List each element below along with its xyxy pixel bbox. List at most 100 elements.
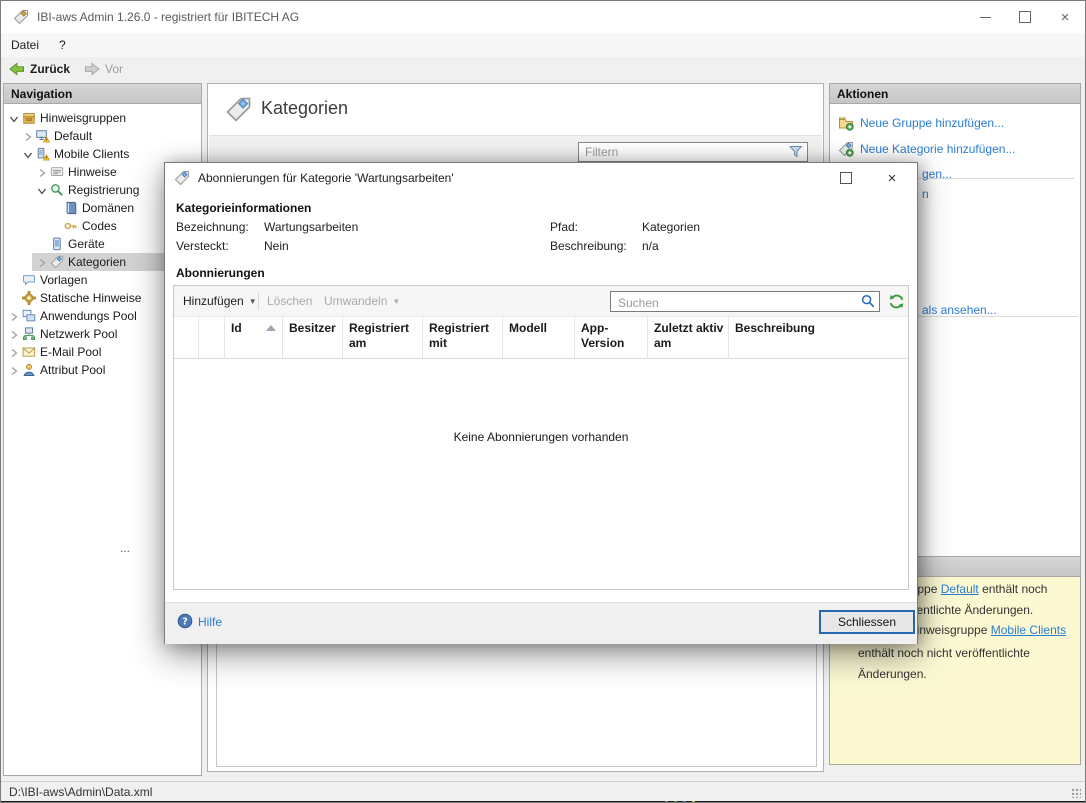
search-icon[interactable] xyxy=(861,294,876,309)
add-button[interactable]: Hinzufügen▼ xyxy=(183,294,257,308)
field-value-pfad: Kategorien xyxy=(642,220,700,234)
dialog-title-bar: Abonnierungen für Kategorie 'Wartungsarb… xyxy=(165,163,917,193)
page-title: Kategorien xyxy=(261,98,348,119)
column-header-registriert-mit[interactable]: Registriert mit xyxy=(423,317,503,358)
monitor-warn-icon xyxy=(36,129,50,143)
schliessen-button[interactable]: Schliessen xyxy=(819,610,915,634)
tree-item-label: Netzwerk Pool xyxy=(40,325,117,343)
convert-button[interactable]: Umwandeln▼ xyxy=(324,294,400,308)
column-header-modell[interactable]: Modell xyxy=(503,317,575,358)
svg-text:?: ? xyxy=(182,616,188,627)
field-value-beschreibung: n/a xyxy=(642,239,659,253)
filter-strip xyxy=(209,135,822,165)
subscriptions-toolbar: Hinzufügen▼ Löschen Umwandeln▼ xyxy=(174,286,908,317)
action-label: Neue Gruppe hinzufügen... xyxy=(860,116,1004,130)
delete-button[interactable]: Löschen xyxy=(267,294,312,308)
filter-box xyxy=(578,142,808,162)
field-value-versteckt: Nein xyxy=(264,239,289,253)
chevron-right-icon[interactable] xyxy=(8,310,20,322)
chevron-down-icon[interactable] xyxy=(36,184,48,196)
column-header-app-version[interactable]: App-Version xyxy=(575,317,648,358)
tree-item-label: Codes xyxy=(82,217,117,235)
speech-icon xyxy=(22,273,36,287)
search-input[interactable] xyxy=(616,294,855,311)
tree-item-mobile-clients[interactable]: Mobile Clients xyxy=(4,145,201,163)
action-fragment-2[interactable]: n xyxy=(922,187,929,201)
dialog-tag-icon xyxy=(174,170,190,186)
action-label: Neue Kategorie hinzufügen... xyxy=(860,142,1015,156)
maximize-button[interactable] xyxy=(1005,1,1045,33)
chevron-down-icon[interactable] xyxy=(22,148,34,160)
chevron-right-icon[interactable] xyxy=(8,364,20,376)
folder-plus-icon xyxy=(838,115,854,131)
field-label-beschreibung: Beschreibung: xyxy=(550,239,627,253)
chevron-right-icon[interactable] xyxy=(22,130,34,142)
subscriptions-table-header: IdBesitzerRegistriert amRegistriert mit M… xyxy=(174,317,908,359)
notification-link-default[interactable]: Default xyxy=(941,582,979,596)
help-link[interactable]: Hilfe xyxy=(198,615,222,629)
search-box xyxy=(610,291,880,312)
column-header-blank-1[interactable] xyxy=(174,317,199,358)
book-icon xyxy=(64,201,78,215)
registration-icon xyxy=(50,183,64,197)
nav-toolbar: Zurück Vor xyxy=(1,57,1085,82)
category-page-icon xyxy=(225,96,252,123)
tag-icon xyxy=(50,255,64,269)
refresh-icon[interactable] xyxy=(888,293,905,310)
column-header-registriert-am[interactable]: Registriert am xyxy=(343,317,423,358)
tree-item-label: Mobile Clients xyxy=(54,145,129,163)
column-header-id[interactable]: Id xyxy=(225,317,283,358)
column-header-beschreibung[interactable]: Beschreibung xyxy=(729,317,908,358)
tree-item-label: Default xyxy=(54,127,92,145)
column-label: Modell xyxy=(509,321,547,335)
filter-input[interactable] xyxy=(583,144,787,160)
column-header-besitzer[interactable]: Besitzer xyxy=(283,317,343,358)
close-button[interactable]: × xyxy=(1045,1,1085,33)
forward-button[interactable]: Vor xyxy=(82,62,123,77)
notification-link-mobile-clients[interactable]: Mobile Clients xyxy=(991,623,1066,637)
column-header-zuletzt-aktiv-am[interactable]: Zuletzt aktiv am xyxy=(648,317,729,358)
menu-help[interactable]: ? xyxy=(49,38,76,52)
action-fragment-3[interactable]: als ansehen... xyxy=(922,303,997,317)
person-icon xyxy=(22,363,36,377)
tree-item-default[interactable]: Default xyxy=(4,127,201,145)
chevron-right-icon[interactable] xyxy=(36,256,48,268)
chevron-right-icon[interactable] xyxy=(8,346,20,358)
minimize-button[interactable] xyxy=(965,1,1005,33)
toolbar-divider xyxy=(258,292,259,310)
notification-2-line-2: enthält noch nicht veröffentlichte xyxy=(858,646,1030,660)
empty-table-message: Keine Abonnierungen vorhanden xyxy=(174,430,908,444)
action-fragment-1[interactable]: gen... xyxy=(922,167,952,181)
column-label: Zuletzt aktiv am xyxy=(654,321,723,350)
page-title-row: Kategorien xyxy=(208,84,823,135)
field-label-bezeichnung: Bezeichnung: xyxy=(176,220,249,234)
filter-funnel-icon[interactable] xyxy=(789,145,803,159)
app-icon xyxy=(13,9,29,25)
back-button[interactable]: Zurück xyxy=(7,62,70,77)
tree-item-label: Vorlagen xyxy=(40,271,87,289)
column-header-blank-2[interactable] xyxy=(199,317,225,358)
chevron-down-icon[interactable] xyxy=(8,112,20,124)
notification-text: enthält noch xyxy=(979,582,1048,596)
resize-grip[interactable] xyxy=(1071,788,1081,798)
convert-caret-icon: ▼ xyxy=(392,297,400,306)
subscriptions-groupbox: Hinzufügen▼ Löschen Umwandeln▼ IdBesitze… xyxy=(173,285,909,590)
action-neue-kategorie-hinzufügen[interactable]: Neue Kategorie hinzufügen... xyxy=(830,136,1080,162)
help-icon[interactable]: ? xyxy=(177,613,193,629)
dialog-close-button[interactable]: × xyxy=(871,163,913,193)
tree-item-hinweisgruppen[interactable]: Hinweisgruppen xyxy=(4,109,201,127)
tag-plus-icon xyxy=(838,141,854,157)
tree-item-label: Registrierung xyxy=(68,181,139,199)
chevron-right-icon[interactable] xyxy=(36,166,48,178)
notification-text: enthält noch nicht veröffentlichte xyxy=(858,646,1030,660)
windows-icon xyxy=(22,309,36,323)
action-neue-gruppe-hinzufügen[interactable]: Neue Gruppe hinzufügen... xyxy=(830,110,1080,136)
menu-datei[interactable]: Datei xyxy=(1,38,49,52)
column-label: App-Version xyxy=(581,321,624,350)
tree-item-label: Statische Hinweise xyxy=(40,289,141,307)
chevron-right-icon[interactable] xyxy=(8,328,20,340)
notes-icon xyxy=(50,165,64,179)
dialog-maximize-button[interactable] xyxy=(825,163,867,193)
tree-item-label: Attribut Pool xyxy=(40,361,105,379)
tree-item-label: Hinweise xyxy=(68,163,117,181)
